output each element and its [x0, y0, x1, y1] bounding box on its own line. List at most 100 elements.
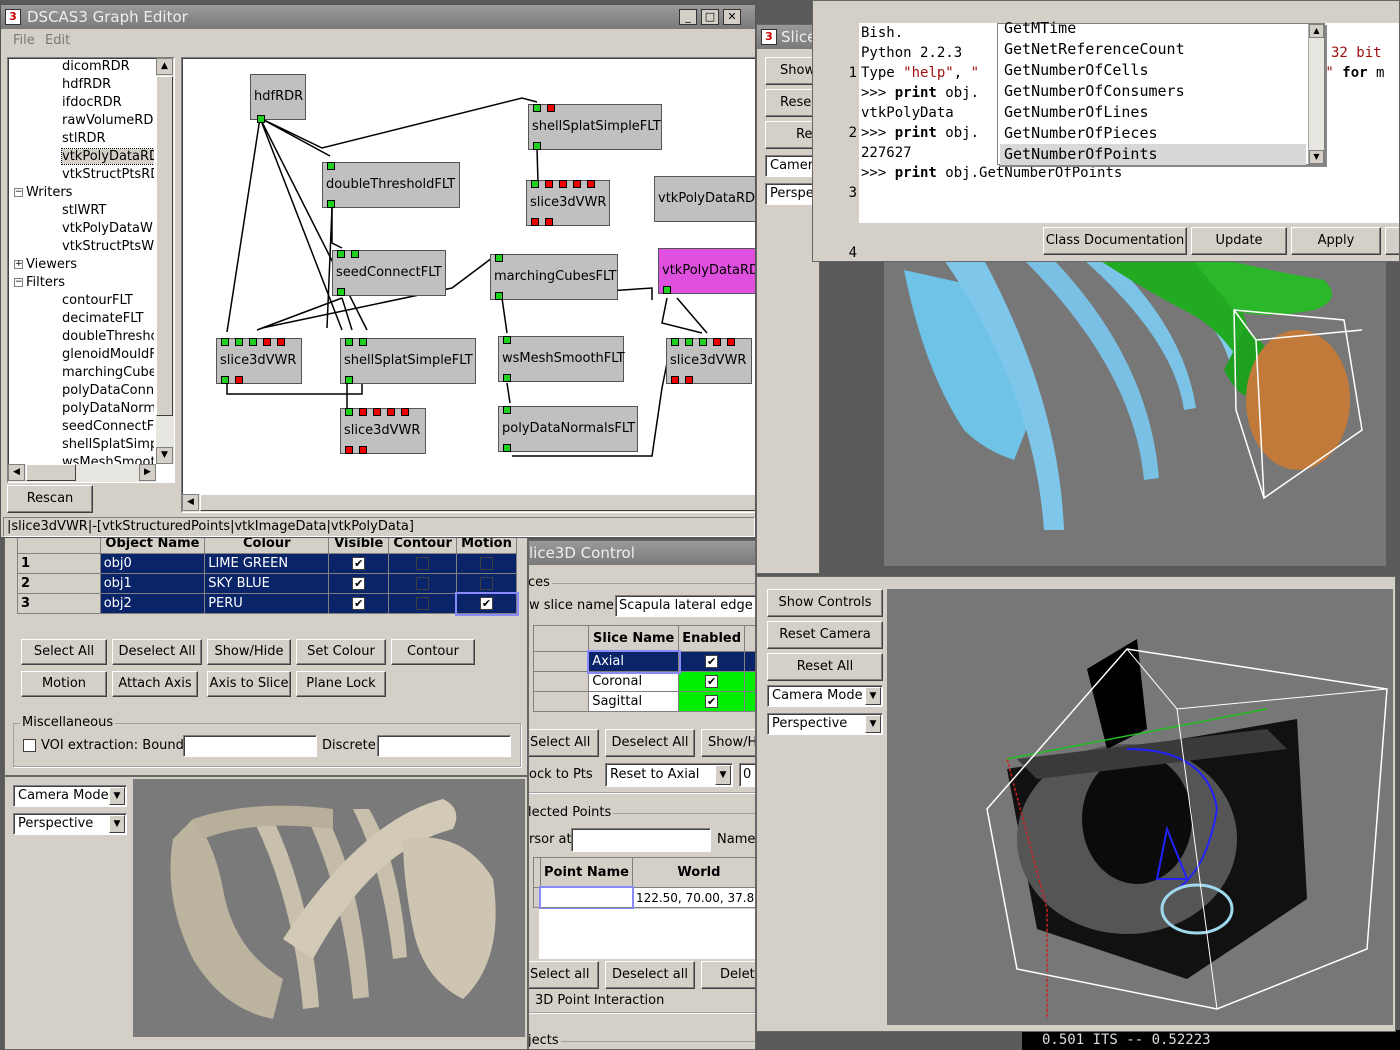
tree-hscrollbar[interactable]: ◀ ▶: [8, 464, 156, 482]
deselect-all-objects-button[interactable]: Deselect All: [112, 639, 202, 665]
node-vtkPolyDataRDR-1[interactable]: vtkPolyDataRDR: [654, 176, 755, 222]
node-slice3dVWR-1[interactable]: slice3dVWR: [526, 180, 610, 226]
colour-cell[interactable]: SKY BLUE: [204, 573, 330, 594]
motion-button[interactable]: Motion: [21, 671, 107, 697]
tree-item[interactable]: vtkPolyDataRDR: [8, 148, 154, 166]
input-port[interactable]: [727, 338, 735, 346]
autocomplete-item[interactable]: GetNetReferenceCount: [1000, 39, 1306, 60]
autocomplete-item[interactable]: GetNumberOfCells: [1000, 60, 1306, 81]
output-port[interactable]: [545, 218, 553, 226]
reset-orientation-select[interactable]: Reset to Axial ▼: [605, 763, 733, 787]
contour-checkbox[interactable]: [416, 557, 430, 570]
input-port[interactable]: [401, 408, 409, 416]
input-port[interactable]: [351, 250, 359, 258]
tree-vscrollbar[interactable]: ▲ ▼: [156, 58, 174, 464]
menu-file[interactable]: File: [13, 33, 35, 48]
scroll-down-icon[interactable]: ▼: [1309, 150, 1324, 164]
tree-item[interactable]: contourFLT: [8, 292, 154, 310]
point-interaction-label[interactable]: 3D Point Interaction: [535, 993, 664, 1008]
select-all-objects-button[interactable]: Select All: [21, 639, 107, 665]
tree-item[interactable]: vtkPolyDataWRT: [8, 220, 154, 238]
module-tree[interactable]: dicomRDR hdfRDR ifdocRDR rawVolumeRDR stlRDR…: [7, 57, 175, 483]
tree-item[interactable]: polyDataNormalsFLT: [8, 400, 154, 418]
scroll-up-icon[interactable]: ▲: [1309, 24, 1324, 38]
close-icon[interactable]: ✕: [723, 9, 741, 25]
input-port[interactable]: [387, 408, 395, 416]
deselect-all-points-button[interactable]: Deselect all: [605, 961, 695, 989]
input-port[interactable]: [495, 254, 503, 262]
autocomplete-list[interactable]: GetMTime GetNetReferenceCount GetNumberOfC…: [997, 19, 1325, 165]
table-row[interactable]: 1 obj0 LIME GREEN ✔: [17, 553, 517, 574]
autocomplete-item[interactable]: GetNumberOfPoints: [1000, 144, 1306, 165]
slice-enabled-checkbox[interactable]: ✔: [705, 675, 719, 688]
table-row[interactable]: Coronal ✔: [532, 671, 755, 692]
voi-bounds-input[interactable]: [183, 735, 317, 757]
output-port[interactable]: [257, 115, 265, 123]
tree-item[interactable]: glenoidMouldFLT: [8, 346, 154, 364]
projection-select[interactable]: Perspective ▼: [13, 813, 127, 835]
visible-checkbox[interactable]: ✔: [352, 597, 366, 610]
input-port[interactable]: [235, 338, 243, 346]
tree-item[interactable]: shellSplatSimpleFLT: [8, 436, 154, 454]
input-port[interactable]: [533, 104, 541, 112]
plane-lock-button[interactable]: Plane Lock: [296, 671, 386, 697]
slice-enabled-checkbox[interactable]: ✔: [705, 695, 719, 708]
output-port[interactable]: [359, 446, 367, 454]
visible-checkbox[interactable]: ✔: [352, 557, 366, 570]
chevron-down-icon[interactable]: ▼: [865, 715, 881, 733]
row-number[interactable]: 3: [17, 593, 101, 614]
tree-item[interactable]: rawVolumeRDR: [8, 112, 154, 130]
reset-camera-button[interactable]: Reset Camera: [767, 621, 883, 649]
node-slice3dVWR-2[interactable]: slice3dVWR: [216, 338, 302, 384]
colour-cell[interactable]: LIME GREEN: [204, 553, 330, 574]
camera-mode-select[interactable]: Camera Mode ▼: [767, 685, 883, 707]
discrete-input[interactable]: [377, 735, 511, 757]
reset-all-button[interactable]: Reset All: [767, 653, 883, 681]
projection-select[interactable]: Perspective ▼: [767, 713, 883, 735]
table-row[interactable]: 3 obj2 PERU ✔ ✔: [17, 591, 519, 616]
new-slice-name-input[interactable]: Scapula lateral edge: [615, 595, 755, 617]
expand-icon[interactable]: +: [14, 260, 23, 269]
output-port[interactable]: [337, 288, 345, 296]
tree-item[interactable]: polyDataConnectFLT: [8, 382, 154, 400]
slice-name-cell[interactable]: Sagittal: [588, 691, 680, 712]
extra-button-partial[interactable]: [1385, 227, 1399, 255]
motion-checkbox[interactable]: ✔: [480, 597, 493, 610]
output-port[interactable]: [671, 376, 679, 384]
tree-item[interactable]: vtkStructPtsRDR: [8, 166, 154, 184]
collapse-icon[interactable]: −: [14, 188, 23, 197]
rescan-button[interactable]: Rescan: [7, 485, 93, 513]
render-view-ribs[interactable]: [884, 250, 1386, 566]
node-slice3dVWR-3[interactable]: slice3dVWR: [666, 338, 752, 384]
output-port[interactable]: [235, 376, 243, 384]
input-port[interactable]: [545, 180, 553, 188]
input-port[interactable]: [587, 180, 595, 188]
tree-item[interactable]: − Filters: [8, 274, 154, 292]
node-hdfRDR[interactable]: hdfRDR: [250, 74, 306, 123]
input-port[interactable]: [337, 250, 345, 258]
render-view-volume[interactable]: [133, 779, 525, 1037]
colour-cell[interactable]: PERU: [204, 593, 330, 614]
input-port[interactable]: [249, 338, 257, 346]
col-enabled[interactable]: Enabled: [678, 625, 746, 652]
output-port[interactable]: [685, 376, 693, 384]
input-port[interactable]: [345, 338, 353, 346]
row-number[interactable]: 1: [17, 553, 101, 574]
autocomplete-item[interactable]: GetNumberOfConsumers: [1000, 81, 1306, 102]
select-all-slices-button[interactable]: Select All: [529, 729, 599, 757]
slice-enabled-checkbox[interactable]: ✔: [705, 655, 719, 668]
axis-to-slice-button[interactable]: Axis to Slice: [207, 671, 291, 697]
input-port[interactable]: [713, 338, 721, 346]
table-row[interactable]: Sagittal ✔: [532, 691, 755, 712]
show-controls-button[interactable]: Show Controls: [767, 589, 883, 617]
attach-axis-button[interactable]: Attach Axis: [112, 671, 198, 697]
slice-name-cell[interactable]: Axial: [586, 649, 681, 674]
output-port[interactable]: [663, 286, 671, 294]
visible-checkbox[interactable]: ✔: [352, 577, 366, 590]
input-port[interactable]: [547, 104, 555, 112]
cursor-at-input[interactable]: [571, 828, 711, 852]
contour-checkbox[interactable]: [416, 597, 430, 610]
input-port[interactable]: [373, 408, 381, 416]
col-world[interactable]: World: [631, 857, 755, 888]
tree-item[interactable]: ifdocRDR: [8, 94, 154, 112]
